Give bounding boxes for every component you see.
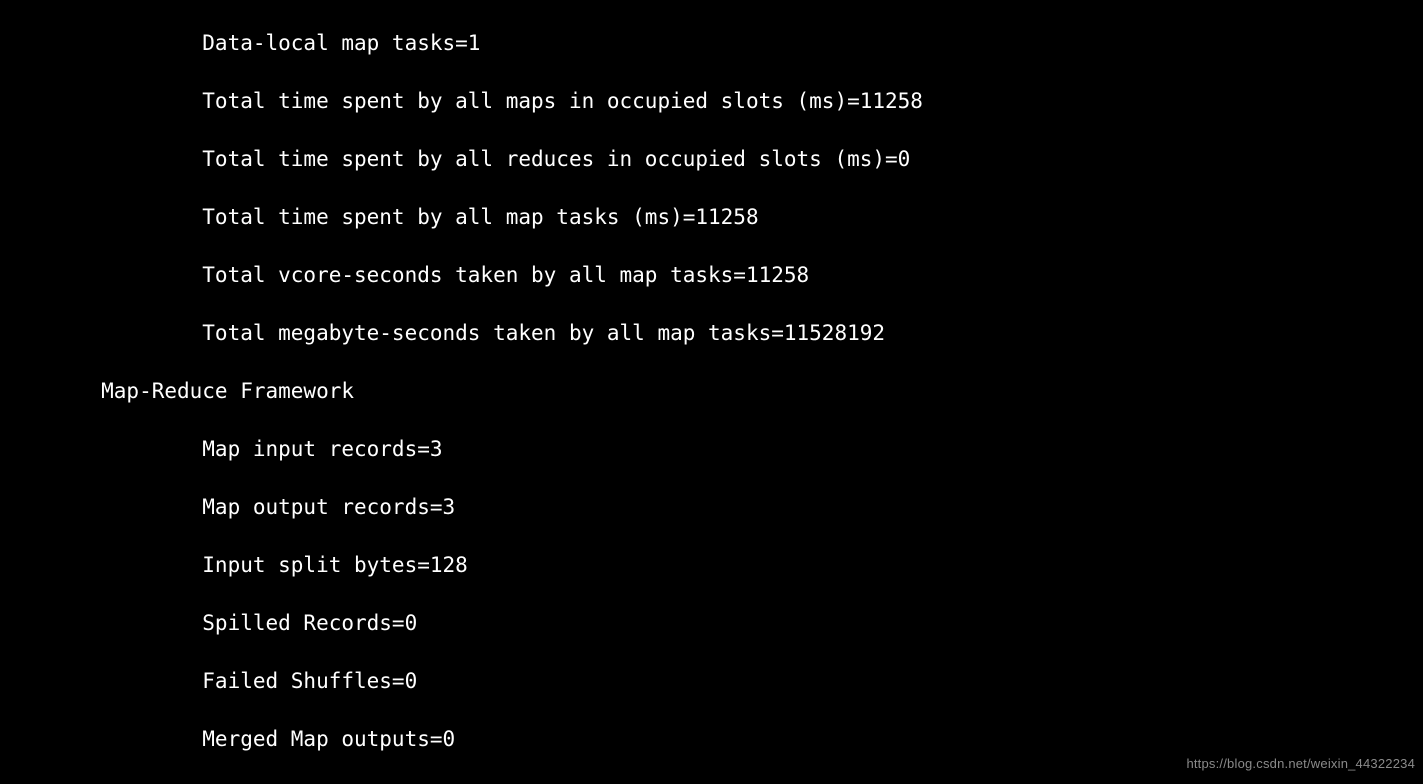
output-line: Map input records=3 <box>0 435 1423 464</box>
terminal-window[interactable]: Data-local map tasks=1 Total time spent … <box>0 0 1423 784</box>
output-line: Total vcore-seconds taken by all map tas… <box>0 261 1423 290</box>
output-line: Total time spent by all maps in occupied… <box>0 87 1423 116</box>
output-line: Failed Shuffles=0 <box>0 667 1423 696</box>
output-line: Input split bytes=128 <box>0 551 1423 580</box>
output-line: Map output records=3 <box>0 493 1423 522</box>
watermark-text: https://blog.csdn.net/weixin_44322234 <box>1186 749 1415 778</box>
output-line: Spilled Records=0 <box>0 609 1423 638</box>
output-line: Total time spent by all reduces in occup… <box>0 145 1423 174</box>
output-line: Data-local map tasks=1 <box>0 29 1423 58</box>
output-line: Total megabyte-seconds taken by all map … <box>0 319 1423 348</box>
output-line: Map-Reduce Framework <box>0 377 1423 406</box>
output-line: Total time spent by all map tasks (ms)=1… <box>0 203 1423 232</box>
